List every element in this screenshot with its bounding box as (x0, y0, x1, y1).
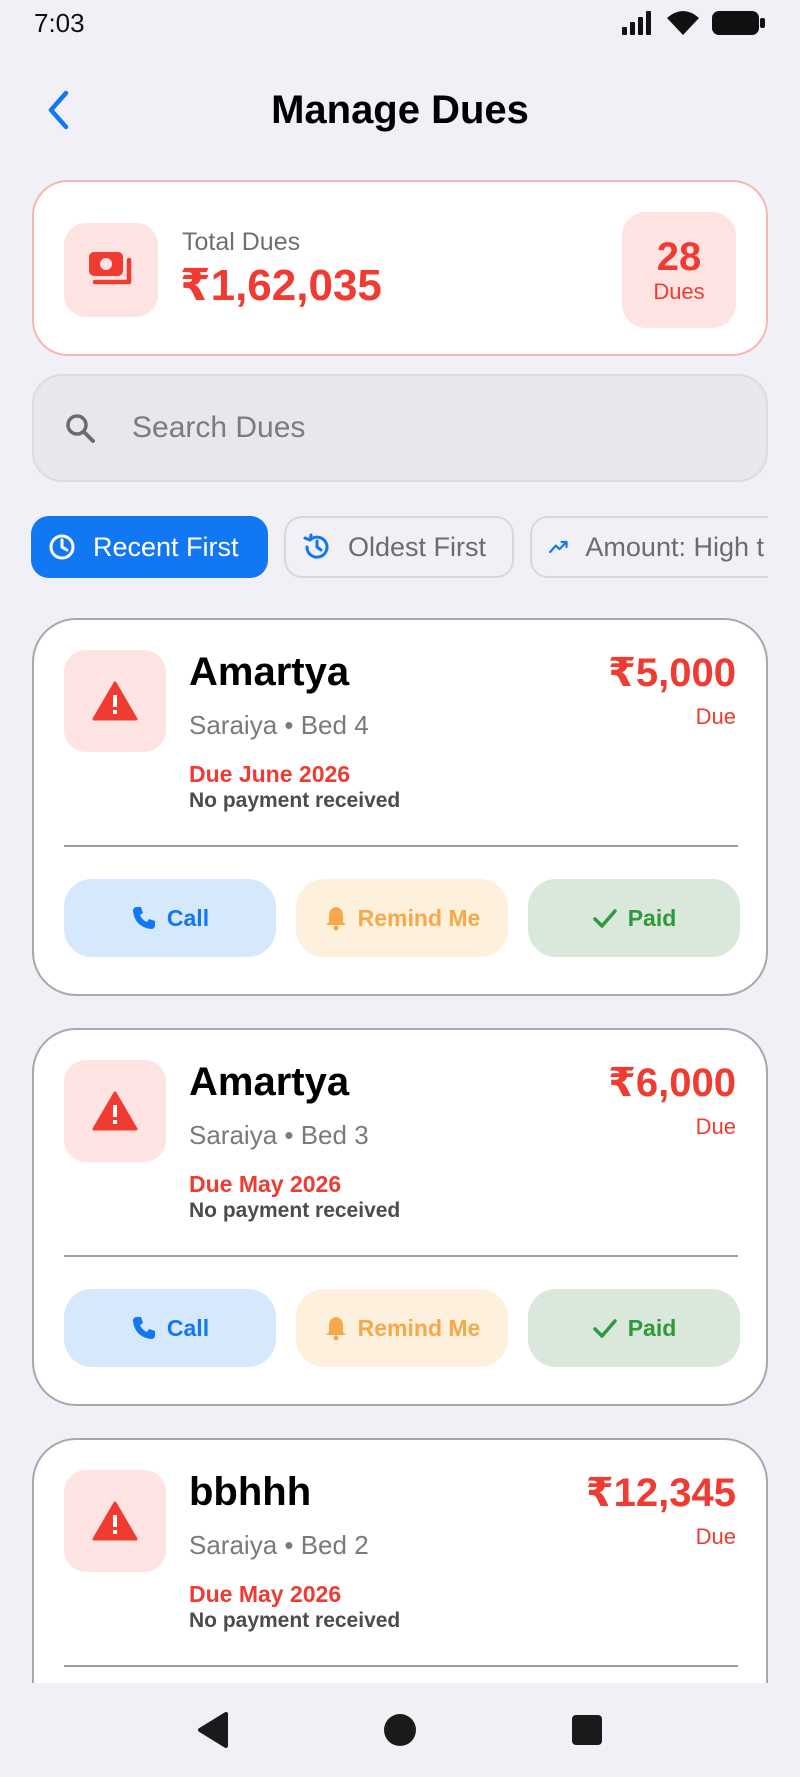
header: Manage Dues (0, 70, 800, 150)
total-dues-card: Total Dues ₹1,62,035 28 Dues (32, 180, 768, 356)
dues-count: 28 (656, 235, 702, 279)
tenant-location: Saraiya • Bed 3 (189, 1120, 369, 1150)
history-icon (303, 533, 329, 559)
total-dues-label: Total Dues (182, 228, 301, 256)
nav-back-button[interactable] (183, 1700, 243, 1760)
triangle-back-icon (198, 1712, 229, 1748)
filter-label: Oldest First (348, 531, 487, 562)
warning-icon (92, 1501, 138, 1541)
call-button[interactable]: Call (64, 1289, 276, 1367)
tenant-name: Amartya (189, 650, 350, 694)
circle-home-icon (383, 1714, 416, 1746)
payment-status: No payment received (189, 1199, 401, 1222)
due-date: Due June 2026 (189, 761, 351, 787)
sort-filters: Recent First Oldest First Amount: High t (31, 516, 768, 580)
filter-amount-high[interactable]: Amount: High t (530, 516, 768, 578)
filter-recent-first[interactable]: Recent First (31, 516, 268, 578)
back-button[interactable] (36, 88, 80, 132)
tenant-name: bbhhh (189, 1470, 312, 1514)
divider (64, 1255, 738, 1257)
search-icon (66, 414, 95, 443)
due-amount: ₹5,000 (608, 651, 736, 695)
due-card: Amartya Saraiya • Bed 3 Due May 2026 No … (32, 1028, 768, 1406)
filter-label: Amount: High t (585, 531, 764, 562)
due-card: Amartya Saraiya • Bed 4 Due June 2026 No… (32, 618, 768, 996)
signal-icon (622, 11, 651, 35)
paid-button[interactable]: Paid (528, 879, 740, 957)
wifi-icon (667, 11, 699, 35)
remind-label: Remind Me (357, 904, 481, 931)
summary-icon-box (64, 223, 158, 317)
chevron-left-icon (48, 90, 69, 130)
filter-label: Recent First (93, 531, 239, 562)
phone-icon (132, 1317, 155, 1339)
search-bar[interactable] (32, 374, 768, 482)
divider (64, 845, 738, 847)
bell-icon (325, 1317, 346, 1341)
due-amount-label: Due (695, 1524, 736, 1549)
tenant-location: Saraiya • Bed 2 (189, 1530, 369, 1560)
remind-button[interactable]: Remind Me (296, 1289, 508, 1367)
due-card: bbhhh Saraiya • Bed 2 Due May 2026 No pa… (32, 1438, 768, 1683)
due-amount-label: Due (695, 1114, 736, 1139)
due-amount: ₹12,345 (585, 1471, 736, 1515)
nav-recents-button[interactable] (557, 1700, 617, 1760)
trending-up-icon (549, 540, 568, 554)
clock-icon (49, 534, 75, 560)
remind-label: Remind Me (357, 1314, 481, 1341)
check-icon (592, 909, 617, 928)
due-actions: Call Remind Me Paid (64, 1289, 740, 1367)
due-actions: Call Remind Me Paid (64, 879, 740, 957)
paid-button[interactable]: Paid (528, 1289, 740, 1367)
status-bar: 7:03 (0, 0, 800, 46)
bell-icon (325, 907, 346, 931)
dues-count-label: Dues (653, 279, 705, 304)
payment-status: No payment received (189, 1609, 401, 1632)
call-label: Call (166, 904, 210, 931)
tenant-name: Amartya (189, 1060, 350, 1104)
warning-icon (92, 1091, 138, 1131)
dues-count-badge: 28 Dues (622, 212, 736, 328)
due-amount-label: Due (695, 704, 736, 729)
paid-label: Paid (627, 904, 677, 931)
square-recents-icon (571, 1715, 602, 1745)
divider (64, 1665, 738, 1667)
paid-label: Paid (627, 1314, 677, 1341)
call-label: Call (166, 1314, 210, 1341)
total-dues-amount: ₹1,62,035 (180, 261, 382, 310)
status-time: 7:03 (34, 7, 85, 38)
due-amount: ₹6,000 (608, 1061, 736, 1105)
due-date: Due May 2026 (189, 1171, 342, 1197)
filter-oldest-first[interactable]: Oldest First (284, 516, 514, 578)
money-icon (89, 252, 132, 285)
call-button[interactable]: Call (64, 879, 276, 957)
payment-status: No payment received (189, 789, 401, 812)
warning-icon (92, 681, 138, 721)
page-title: Manage Dues (271, 87, 529, 132)
nav-home-button[interactable] (370, 1700, 430, 1760)
status-icons (622, 10, 766, 36)
check-icon (592, 1319, 617, 1338)
due-icon-box (64, 650, 166, 752)
tenant-location: Saraiya • Bed 4 (189, 710, 369, 740)
due-icon-box (64, 1470, 166, 1572)
search-input[interactable] (132, 411, 692, 445)
remind-button[interactable]: Remind Me (296, 879, 508, 957)
battery-icon (712, 11, 765, 35)
system-nav-bar (0, 1683, 800, 1777)
due-date: Due May 2026 (189, 1581, 342, 1607)
phone-icon (132, 907, 155, 929)
due-icon-box (64, 1060, 166, 1162)
